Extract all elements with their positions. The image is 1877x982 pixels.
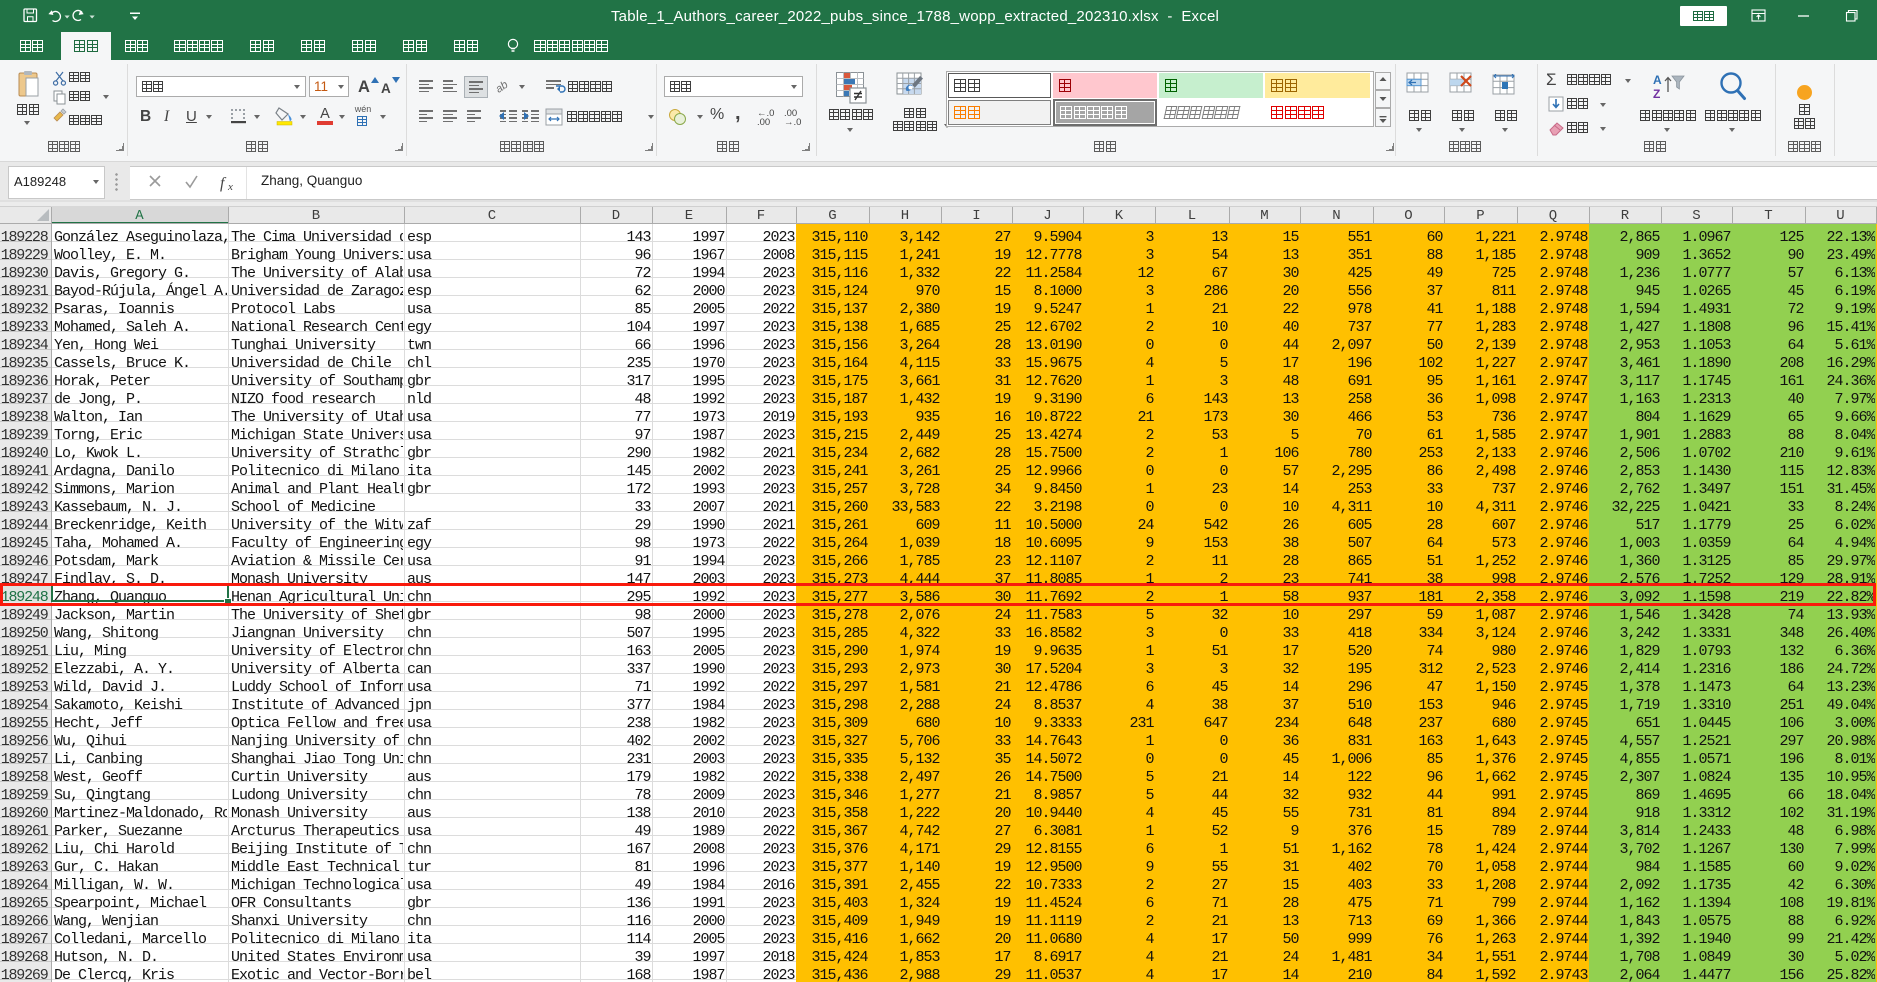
svg-text:A: A (1653, 73, 1662, 87)
svg-text:x: x (227, 181, 233, 193)
svg-text:f: f (220, 175, 227, 192)
svg-text:Z: Z (1653, 87, 1660, 101)
